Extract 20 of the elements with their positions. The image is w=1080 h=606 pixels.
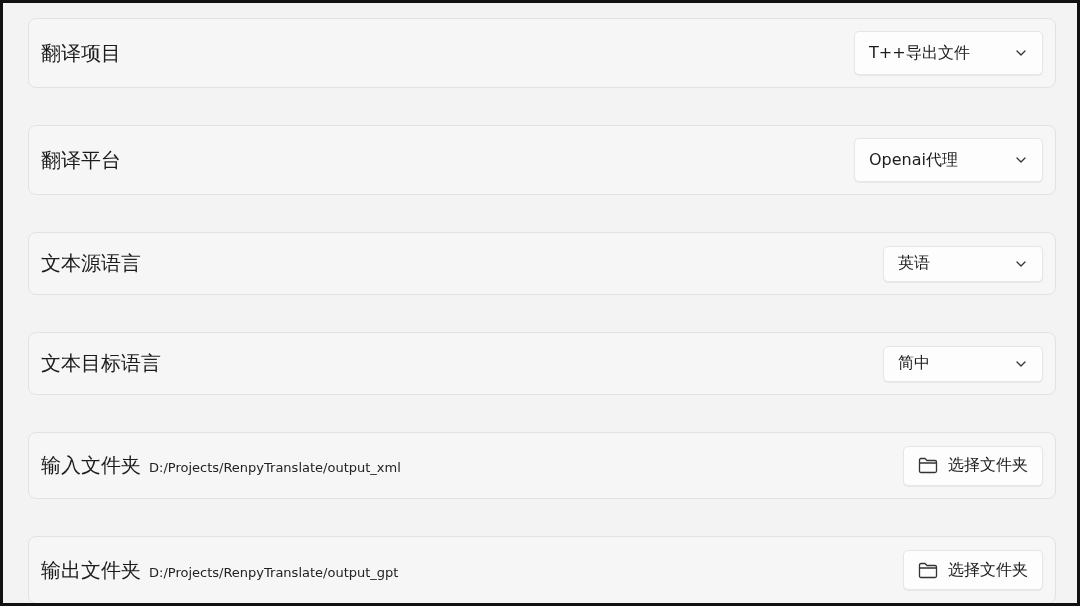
chevron-down-icon	[1016, 157, 1026, 163]
choose-folder-button[interactable]: 选择文件夹	[903, 550, 1043, 590]
folder-path: D:/Projects/RenpyTranslate/output_gpt	[149, 564, 399, 580]
dropdown[interactable]: T++导出文件	[854, 31, 1043, 75]
folder-icon	[918, 457, 938, 474]
dropdown[interactable]: 英语	[883, 245, 1043, 282]
dropdown[interactable]: 简中	[883, 345, 1043, 382]
chevron-down-icon	[1016, 50, 1026, 56]
folder-path: D:/Projects/RenpyTranslate/output_xml	[149, 460, 401, 475]
dropdown[interactable]: Openai代理	[854, 138, 1043, 182]
setting-label: 文本源语言	[41, 250, 141, 277]
setting-label: 输入文件夹	[41, 452, 141, 479]
chevron-down-icon	[1016, 260, 1026, 267]
folder-icon	[918, 561, 938, 579]
setting-label: 输出文件夹	[41, 556, 141, 584]
setting-label: 文本目标语言	[41, 350, 161, 377]
choose-folder-button[interactable]: 选择文件夹	[903, 445, 1043, 486]
setting-label: 翻译项目	[41, 39, 121, 67]
chevron-down-icon	[1016, 360, 1026, 367]
setting-label: 翻译平台	[41, 146, 121, 174]
